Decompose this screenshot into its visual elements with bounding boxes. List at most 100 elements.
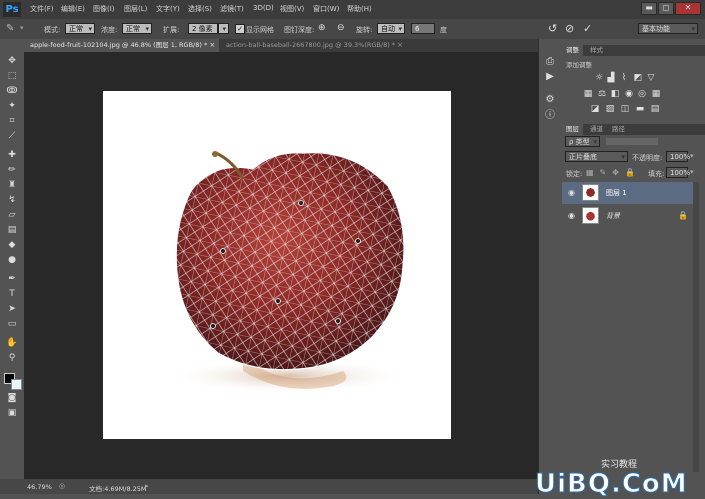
crop-tool-icon[interactable]: ⌗ [6,116,18,126]
mode-select[interactable]: 正常 [65,23,95,35]
move-tool-icon[interactable]: ✥ [6,56,18,66]
path-selection-tool-icon[interactable]: ➤ [6,304,18,314]
threshold-icon[interactable]: ◫ [620,105,630,114]
minimize-button[interactable]: ▬ [641,2,657,15]
tab-styles[interactable]: 样式 [586,45,607,56]
lock-icons[interactable]: ▦✎✥🔒 [586,168,641,177]
puppet-warp-tool-icon[interactable]: ✎ [6,23,14,34]
menu-3d[interactable]: 3D(D) [253,4,274,12]
brush-tool-icon[interactable]: ✏ [6,165,18,175]
fill-input[interactable]: 100% [666,167,690,178]
close-icon[interactable]: × [397,41,403,49]
chevron-down-icon[interactable]: ▾ [690,168,694,176]
levels-icon[interactable]: ▟ [606,74,616,83]
commit-checkmark-icon[interactable]: ✓ [583,22,592,35]
curves-icon[interactable]: ⌇ [619,74,629,83]
cancel-icon[interactable]: ⊘ [565,22,574,35]
pin-backward-icon[interactable]: ⊖ [337,23,345,33]
screen-mode-icon[interactable]: ▣ [6,408,18,418]
density-select[interactable]: 正常 [122,23,152,35]
clone-stamp-tool-icon[interactable]: ♜ [6,180,18,190]
history-panel-icon[interactable]: ⎙ [544,56,556,68]
photo-filter-icon[interactable]: ◉ [624,90,634,99]
layer-row-background[interactable]: ◉ 背景 🔒 [562,205,693,227]
layer-kind-filter[interactable]: ρ 类型 [565,136,600,148]
warp-mesh[interactable] [175,152,405,371]
pen-tool-icon[interactable]: ✒ [6,274,18,284]
pin-forward-icon[interactable]: ⊕ [318,23,326,33]
show-mesh-checkbox[interactable]: ✓ [235,24,245,34]
undo-icon[interactable]: ↺ [548,22,557,35]
layer-name: 图层 1 [606,189,627,197]
chevron-down-icon[interactable]: ▾ [20,24,24,32]
hue-saturation-icon[interactable]: ▦ [583,90,593,99]
expand-dropdown[interactable] [218,23,229,35]
tab-action-ball-baseball[interactable]: action-ball-baseball-2667800.jpg @ 39.3%… [220,39,405,52]
chevron-down-icon[interactable]: ▾ [690,152,694,160]
eye-icon[interactable]: ◉ [568,205,575,227]
black-white-icon[interactable]: ◧ [610,90,620,99]
background-color-swatch[interactable] [11,379,22,390]
tab-adjustments[interactable]: 调整 [562,45,583,56]
quick-mask-icon[interactable]: ◙ [6,393,18,403]
menu-view[interactable]: 视图(V) [280,4,304,14]
menu-filter[interactable]: 滤镜(T) [220,4,244,14]
close-button[interactable]: ✕ [675,2,701,15]
tab-channels[interactable]: 通道 [586,124,607,135]
vibrance-icon[interactable]: ▽ [646,74,656,83]
info-panel-icon[interactable]: ⓘ [544,110,556,122]
menu-window[interactable]: 窗口(W) [313,4,339,14]
tab-layers[interactable]: 图层 [562,124,583,135]
history-brush-tool-icon[interactable]: ↯ [6,195,18,205]
menu-select[interactable]: 选择(S) [188,4,212,14]
quick-select-tool-icon[interactable]: ✦ [6,101,18,111]
hand-tool-icon[interactable]: ✋ [6,338,18,348]
status-info-icon[interactable]: ◎ [59,482,65,490]
color-balance-icon[interactable]: ⚖ [597,90,607,99]
color-lookup-icon[interactable]: ▦ [651,90,661,99]
layer-filter-icons[interactable] [606,138,658,145]
eraser-tool-icon[interactable]: ▱ [6,210,18,220]
workspace-select[interactable]: 基本功能 [638,23,698,35]
blend-mode-select[interactable]: 正片叠底 [565,151,628,163]
gradient-map-icon[interactable]: ▬ [635,105,645,114]
rotate-select[interactable]: 自动 [377,23,405,35]
zoom-level[interactable]: 46.79% [27,483,52,491]
opacity-input[interactable]: 100% [666,151,690,162]
menu-help[interactable]: 帮助(H) [347,4,372,14]
eye-icon[interactable]: ◉ [568,182,575,204]
actions-panel-icon[interactable]: ▶ [544,71,556,83]
invert-icon[interactable]: ◪ [590,105,600,114]
layers-scrollbar[interactable] [693,182,699,472]
tab-paths[interactable]: 路径 [608,124,629,135]
close-icon[interactable]: × [209,41,215,49]
zoom-tool-icon[interactable]: ⚲ [6,353,18,363]
menu-file[interactable]: 文件(F) [30,4,54,14]
healing-brush-tool-icon[interactable]: ✚ [6,150,18,160]
type-tool-icon[interactable]: T [6,289,18,299]
document-canvas[interactable] [103,91,451,439]
gradient-tool-icon[interactable]: ▤ [6,225,18,235]
marquee-tool-icon[interactable]: ⬚ [6,71,18,81]
brightness-icon[interactable]: ☼ [594,74,604,83]
rotate-degrees-input[interactable]: 6 [411,23,435,34]
expand-input[interactable]: 2 像素 [188,23,218,34]
properties-panel-icon[interactable]: ⚙ [544,94,556,106]
lasso-tool-icon[interactable]: ↂ [6,86,18,96]
selective-color-icon[interactable]: ▤ [650,105,660,114]
tab-apple-food-fruit[interactable]: apple-food-fruit-102104.jpg @ 46.8% (图层 … [24,39,219,52]
menu-layer[interactable]: 图层(L) [124,4,147,14]
blur-tool-icon[interactable]: ◆ [6,240,18,250]
menu-image[interactable]: 图像(I) [93,4,115,14]
chevron-right-icon[interactable]: ▸ [145,482,149,490]
menu-type[interactable]: 文字(Y) [156,4,180,14]
restore-button[interactable]: ◻ [658,2,674,15]
dodge-tool-icon[interactable]: ● [6,255,18,265]
channel-mixer-icon[interactable]: ◎ [637,90,647,99]
exposure-icon[interactable]: ◩ [633,74,643,83]
shape-tool-icon[interactable]: ▭ [6,319,18,329]
posterize-icon[interactable]: ▨ [605,105,615,114]
layer-row-1[interactable]: ◉ 图层 1 [562,182,693,204]
menu-edit[interactable]: 编辑(E) [61,4,85,14]
eyedropper-tool-icon[interactable]: ⟋ [6,131,18,141]
